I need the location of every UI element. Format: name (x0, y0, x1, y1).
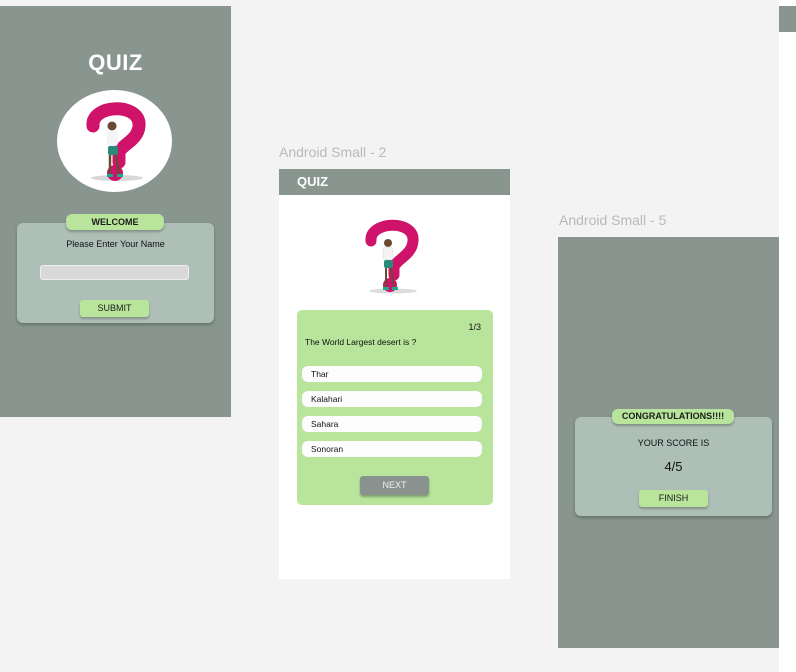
frame-label-android-small-5: Android Small - 5 (559, 212, 667, 228)
congratulations-badge: CONGRATULATIONS!!!! (612, 409, 734, 424)
next-button[interactable]: NEXT (360, 476, 429, 495)
question-mark-person-icon (86, 102, 146, 181)
question-counter: 1/3 (468, 322, 481, 332)
question-mark-person-icon (365, 219, 419, 294)
name-input[interactable] (40, 265, 189, 280)
question-card: 1/3 The World Largest desert is ? Thar K… (297, 310, 493, 505)
score-value: 4/5 (664, 459, 683, 474)
question-screen: QUIZ 1/3 The World Largest desert is ? T… (279, 169, 510, 579)
app-header: QUIZ (279, 169, 510, 195)
score-card: YOUR SCORE IS 4/5 FINISH (575, 417, 772, 516)
result-screen: YOUR SCORE IS 4/5 FINISH CONGRATULATIONS… (558, 237, 789, 648)
frame-label-android-small-2: Android Small - 2 (279, 144, 387, 160)
welcome-badge: WELCOME (66, 214, 164, 230)
header-title: QUIZ (297, 174, 329, 189)
score-label: YOUR SCORE IS (637, 438, 710, 448)
name-entry-card: Please Enter Your Name SUBMIT (17, 223, 214, 323)
option-sahara[interactable]: Sahara (302, 416, 482, 432)
option-thar[interactable]: Thar (302, 366, 482, 382)
quiz-title: QUIZ (88, 50, 143, 75)
submit-button[interactable]: SUBMIT (80, 300, 149, 317)
name-prompt-label: Please Enter Your Name (66, 239, 165, 249)
welcome-screen: QUIZ Please Enter Your Name SUBMIT WELCO… (0, 6, 231, 417)
option-kalahari[interactable]: Kalahari (302, 391, 482, 407)
finish-button[interactable]: FINISH (639, 490, 708, 507)
partial-frame-edge (779, 0, 796, 672)
question-text: The World Largest desert is ? (305, 337, 417, 347)
partial-frame-header (779, 6, 796, 32)
option-sonoran[interactable]: Sonoran (302, 441, 482, 457)
quiz-logo-circle (57, 90, 172, 192)
